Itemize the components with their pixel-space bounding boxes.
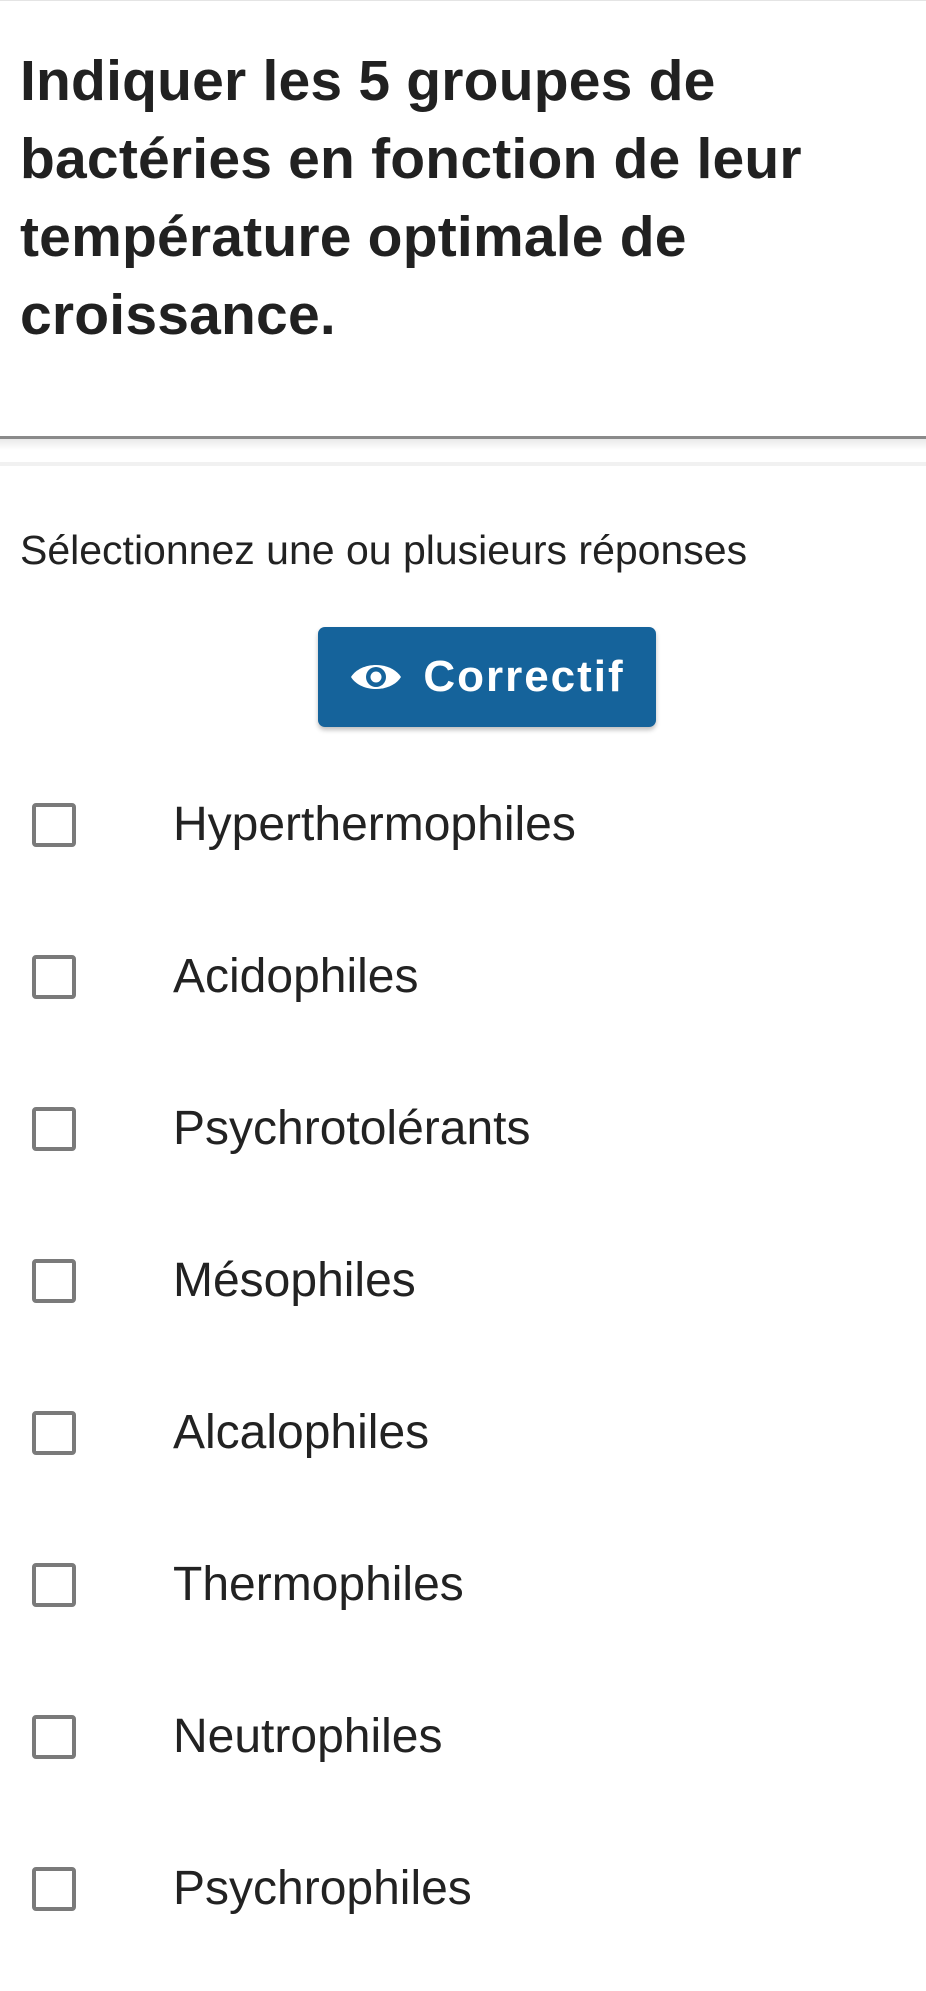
- answer-options-list: Hyperthermophiles Acidophiles Psychrotol…: [0, 775, 926, 1991]
- answer-option[interactable]: Hyperthermophiles: [0, 775, 926, 927]
- answer-option-label: Thermophiles: [173, 1558, 464, 1611]
- eye-icon: [349, 659, 403, 695]
- answer-option-label: Neutrophiles: [173, 1710, 443, 1763]
- answer-option[interactable]: Psychrotolérants: [0, 1079, 926, 1231]
- answer-option[interactable]: Thermophiles: [0, 1535, 926, 1687]
- top-border: [0, 0, 926, 1]
- checkbox[interactable]: [32, 1107, 76, 1151]
- checkbox[interactable]: [32, 1411, 76, 1455]
- checkbox[interactable]: [32, 1867, 76, 1911]
- checkbox[interactable]: [32, 1259, 76, 1303]
- answer-option-label: Psychrotolérants: [173, 1102, 531, 1155]
- answer-option[interactable]: Alcalophiles: [0, 1383, 926, 1535]
- checkbox[interactable]: [32, 955, 76, 999]
- correctif-button[interactable]: Correctif: [318, 627, 656, 727]
- answer-instruction: Sélectionnez une ou plusieurs réponses: [20, 527, 748, 573]
- answer-option[interactable]: Mésophiles: [0, 1231, 926, 1383]
- answer-option-label: Mésophiles: [173, 1254, 416, 1307]
- correctif-button-label: Correctif: [423, 652, 625, 701]
- divider-shadow-line: [0, 462, 926, 466]
- question-title: Indiquer les 5 groupes de bactéries en f…: [20, 49, 802, 347]
- answer-option-label: Hyperthermophiles: [173, 798, 576, 851]
- answer-option[interactable]: Psychrophiles: [0, 1839, 926, 1991]
- answer-option-label: Psychrophiles: [173, 1862, 472, 1915]
- checkbox[interactable]: [32, 803, 76, 847]
- checkbox[interactable]: [32, 1563, 76, 1607]
- answer-option-label: Acidophiles: [173, 950, 419, 1003]
- answer-option-label: Alcalophiles: [173, 1406, 430, 1459]
- answer-option[interactable]: Acidophiles: [0, 927, 926, 1079]
- checkbox[interactable]: [32, 1715, 76, 1759]
- answer-option[interactable]: Neutrophiles: [0, 1687, 926, 1839]
